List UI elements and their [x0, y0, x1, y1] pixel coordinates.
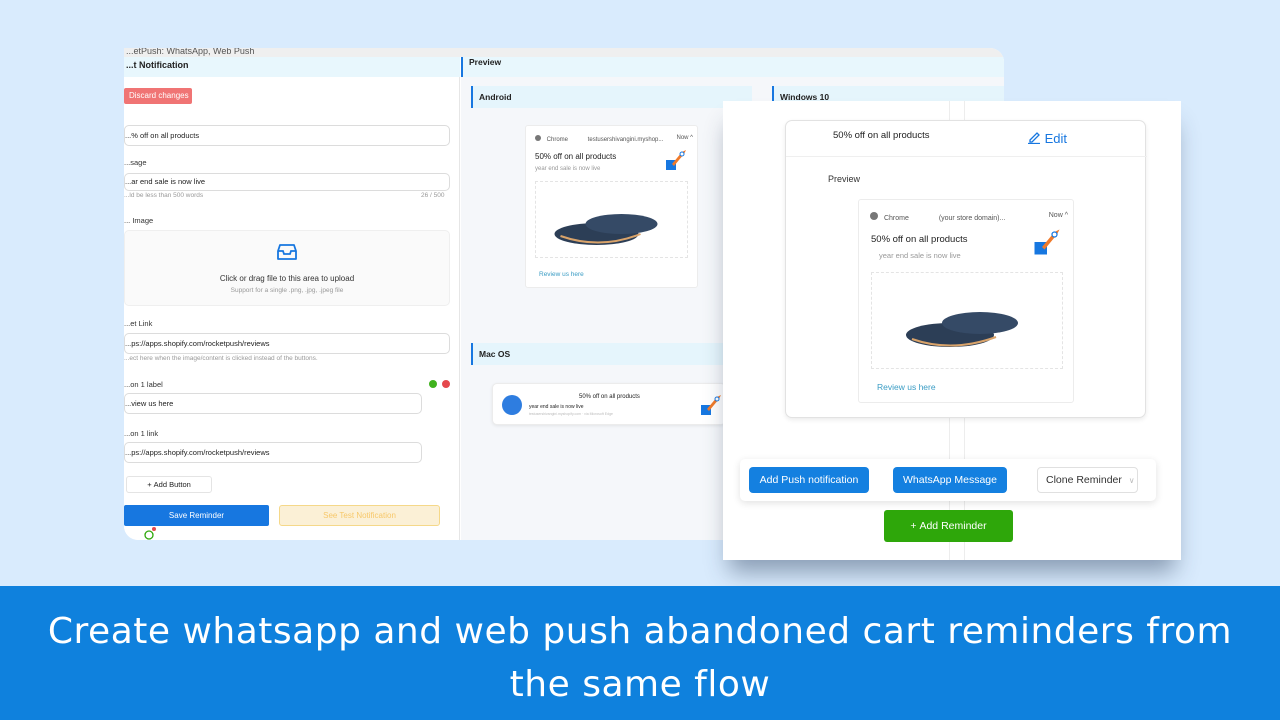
add-button-label: Add Button — [153, 480, 191, 489]
message-input[interactable]: ...ar end sale is now live — [124, 173, 450, 191]
clone-reminder-select[interactable]: Clone Reminder ∨ — [1037, 467, 1138, 493]
rocket-icon — [666, 150, 686, 170]
button1-link-input[interactable]: ...ps://apps.shopify.com/rocketpush/revi… — [124, 442, 422, 463]
form-header: ...t Notification — [124, 57, 460, 77]
reminder-flow-panel: 50% off on all products Edit Preview Chr… — [723, 101, 1181, 560]
chrome-icon — [870, 212, 878, 220]
overlay-notification-preview: Chrome (your store domain)... Now ^ 50% … — [858, 199, 1074, 403]
notif-body: year end sale is now live — [535, 166, 601, 172]
whatsapp-icon — [144, 530, 154, 540]
chrome-icon — [535, 135, 541, 141]
add-push-notification-button[interactable]: Add Push notification — [749, 467, 869, 493]
confirm-icon[interactable] — [429, 380, 437, 388]
chevron-down-icon: ∨ — [1128, 476, 1135, 485]
store-domain: testusershivangini.myshop... — [587, 137, 664, 143]
upload-text: Click or drag file to this area to uploa… — [219, 274, 355, 283]
edit-button[interactable]: Edit — [1027, 130, 1067, 146]
rocket-icon — [701, 395, 721, 415]
message-label: ...sage — [124, 158, 147, 167]
notif-title: 50% off on all products — [535, 152, 617, 161]
browser-name: Chrome — [883, 215, 909, 222]
message-count: 26 / 500 — [421, 192, 445, 199]
button1-label-label: ...on 1 label — [124, 380, 163, 389]
notif-body: year end sale is now live — [879, 251, 961, 260]
notif-time: Now ^ — [1048, 212, 1068, 219]
remove-icon[interactable] — [442, 380, 450, 388]
macos-notif-body: year end sale is now live — [529, 404, 584, 410]
add-reminder-button[interactable]: + Add Reminder — [884, 510, 1013, 542]
shoe-image — [906, 312, 1018, 347]
store-domain: (your store domain)... — [938, 215, 1006, 222]
upload-hint: Support for a single .png, .jpg, .jpeg f… — [230, 287, 344, 294]
preview-header: Preview — [461, 57, 1004, 77]
rocket-icon — [1034, 229, 1060, 255]
target-link-input[interactable]: ...ps://apps.shopify.com/rocketpush/revi… — [124, 333, 450, 354]
clone-reminder-label: Clone Reminder — [1046, 474, 1122, 486]
macos-notif-title: 50% off on all products — [579, 394, 640, 400]
notif-action-link[interactable]: Review us here — [877, 382, 936, 392]
safari-icon — [502, 395, 522, 415]
notif-time: Now ^ — [676, 135, 694, 141]
add-reminder-label: Add Reminder — [919, 520, 987, 532]
android-section-header: Android — [471, 86, 752, 108]
image-label: ... Image — [124, 216, 154, 225]
macos-section-header: Mac OS — [471, 343, 731, 365]
whatsapp-message-button[interactable]: WhatsApp Message — [893, 467, 1007, 493]
button1-link-label: ...on 1 link — [124, 429, 159, 438]
browser-name: Chrome — [546, 137, 569, 143]
edit-pencil-icon — [1028, 132, 1040, 145]
notification-form: ...t Notification Discard changes ...% o… — [124, 57, 460, 540]
message-hint: ...ld be less than 500 words — [124, 192, 204, 199]
reminder-card-title: 50% off on all products — [833, 130, 930, 141]
whatsapp-chat-widget[interactable] — [138, 527, 160, 540]
add-button-button[interactable]: + Add Button — [126, 476, 212, 493]
target-link-label: ...et Link — [124, 319, 153, 328]
edit-label: Edit — [1044, 131, 1068, 146]
button1-label-input[interactable]: ...view us here — [124, 393, 422, 414]
shoe-image — [554, 214, 658, 245]
notification-dot — [152, 527, 156, 531]
banner-line-1: Create whatsapp and web push abandoned c… — [47, 611, 1233, 652]
macos-notif-meta: testusershivangini.myshopify.com · via M… — [529, 412, 613, 416]
window-title: ...etPush: WhatsApp, Web Push — [124, 48, 1004, 57]
notif-action-link[interactable]: Review us here — [539, 271, 584, 278]
product-image — [535, 181, 688, 258]
reminder-card: 50% off on all products Edit Preview Chr… — [785, 120, 1147, 418]
inbox-icon — [277, 244, 297, 260]
product-image — [871, 272, 1063, 369]
add-step-toolbar: Add Push notification WhatsApp Message C… — [740, 459, 1156, 501]
image-upload-dropzone[interactable]: Click or drag file to this area to uploa… — [124, 230, 450, 306]
target-link-hint: ...ect here when the image/content is cl… — [124, 355, 318, 362]
save-reminder-button[interactable]: Save Reminder — [124, 505, 269, 526]
preview-label: Preview — [828, 174, 861, 184]
android-notification[interactable]: Chrome testusershivangini.myshop... Now … — [525, 125, 698, 288]
banner-line-2: the same flow — [509, 664, 771, 705]
notif-title: 50% off on all products — [871, 234, 968, 245]
macos-notification[interactable]: 50% off on all products year end sale is… — [492, 383, 726, 425]
see-test-notification-button[interactable]: See Test Notification — [279, 505, 440, 526]
discard-changes-button[interactable]: Discard changes — [124, 88, 192, 104]
promo-banner: Create whatsapp and web push abandoned c… — [0, 586, 1280, 720]
title-input[interactable]: ...% off on all products — [124, 125, 450, 146]
